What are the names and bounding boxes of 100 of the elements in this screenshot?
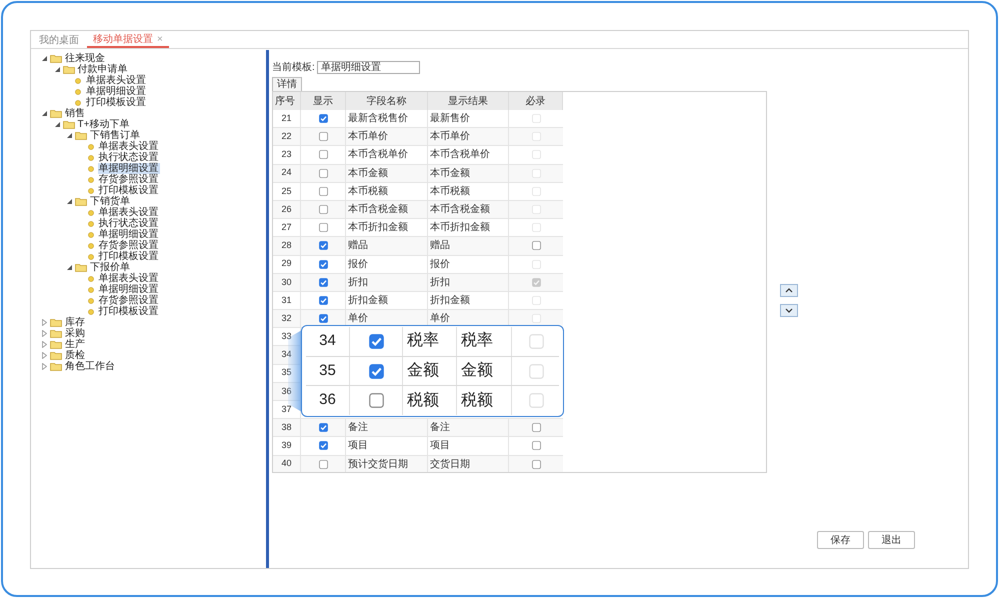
tree-item[interactable]: 质检 xyxy=(65,350,85,361)
dot-icon xyxy=(88,154,94,160)
dot-icon xyxy=(88,276,94,282)
checkbox[interactable] xyxy=(318,223,328,232)
table-cell-text: 税率 xyxy=(461,330,493,352)
tree-item[interactable]: 单据表头设置 xyxy=(85,75,147,86)
checkbox[interactable] xyxy=(318,260,328,269)
move-down-button[interactable] xyxy=(780,304,798,317)
tree-item[interactable]: 下销货单 xyxy=(90,196,130,207)
checkbox[interactable] xyxy=(318,186,328,196)
tree-item[interactable]: 销售 xyxy=(65,108,85,119)
tree-item[interactable]: 打印模板设置 xyxy=(98,185,160,196)
checkbox[interactable] xyxy=(532,460,540,469)
checkbox[interactable] xyxy=(318,296,328,305)
checkbox[interactable] xyxy=(532,241,540,250)
folder-icon xyxy=(50,54,62,63)
tree-item[interactable]: 单据表头设置 xyxy=(98,207,160,218)
checkbox[interactable] xyxy=(368,334,384,349)
checkbox[interactable] xyxy=(318,314,328,324)
tree-item[interactable]: 付款申请单 xyxy=(78,64,128,75)
expand-triangle-icon[interactable] xyxy=(67,199,72,204)
table-cell-text: 本币含税单价 xyxy=(348,148,408,162)
expand-triangle-icon[interactable] xyxy=(42,111,47,116)
row-number: 30 xyxy=(281,276,292,289)
exit-button[interactable]: 退出 xyxy=(868,531,915,549)
table-cell-text: 本币单价 xyxy=(348,130,388,144)
table-cell-text: 折扣 xyxy=(348,276,368,290)
tab[interactable]: 详情 xyxy=(272,77,302,91)
tree-item[interactable]: 执行状态设置 xyxy=(98,152,160,163)
move-up-button[interactable] xyxy=(780,284,798,297)
table-cell-text: 本币含税金额 xyxy=(430,202,490,218)
tree-item[interactable]: 下报价单 xyxy=(90,262,130,273)
table-cell-text: 赠品 xyxy=(430,238,450,254)
dot-icon xyxy=(75,78,81,84)
checkbox[interactable] xyxy=(368,393,384,408)
checkbox[interactable] xyxy=(318,114,328,124)
expand-triangle-icon[interactable] xyxy=(42,56,47,61)
expand-triangle-icon[interactable] xyxy=(67,133,72,138)
checkbox[interactable] xyxy=(318,168,328,178)
tree-item[interactable]: 单据明细设置 xyxy=(98,229,160,240)
dot-icon xyxy=(75,88,81,94)
checkbox[interactable] xyxy=(318,132,328,142)
tree-item[interactable]: 存货参照设置 xyxy=(98,295,160,306)
collapse-triangle-icon[interactable] xyxy=(42,319,47,326)
tree-item[interactable]: 执行状态设置 xyxy=(98,218,160,229)
checkbox[interactable] xyxy=(318,460,328,469)
tree-item[interactable]: 单据明细设置 xyxy=(98,284,160,295)
table-cell-text: 最新售价 xyxy=(430,112,470,126)
collapse-triangle-icon[interactable] xyxy=(42,363,47,370)
folder-icon xyxy=(62,120,74,129)
tree-item[interactable]: 采购 xyxy=(65,328,85,339)
tree-item[interactable]: 下销售订单 xyxy=(90,130,140,141)
folder-icon xyxy=(50,351,62,360)
table-cell-text: 报价 xyxy=(430,258,450,272)
table-cell-text: 本币单价 xyxy=(430,130,470,144)
tree-item[interactable]: 打印模板设置 xyxy=(98,251,160,262)
checkbox[interactable] xyxy=(368,364,384,378)
save-button[interactable]: 保存 xyxy=(817,531,864,549)
table-cell-text: 本币含税单价 xyxy=(430,148,490,162)
table-cell-text: 报价 xyxy=(348,258,368,272)
table-cell-text: 交货日期 xyxy=(430,458,470,472)
dot-icon xyxy=(88,176,94,182)
tree-item[interactable]: 往来现金 xyxy=(65,53,105,64)
column-header: 序号 xyxy=(275,94,295,108)
tree-item[interactable]: 单据表头设置 xyxy=(98,273,160,284)
collapse-triangle-icon[interactable] xyxy=(42,352,47,359)
template-field[interactable]: 单据明细设置 xyxy=(316,60,420,74)
dot-icon xyxy=(88,286,94,292)
checkbox[interactable] xyxy=(318,205,328,214)
table-cell-text: 折扣 xyxy=(430,276,450,290)
tree-item[interactable]: 打印模板设置 xyxy=(98,306,160,317)
collapse-triangle-icon[interactable] xyxy=(42,330,47,337)
tree-item[interactable]: 打印模板设置 xyxy=(85,97,147,108)
table-cell-text: 本币税额 xyxy=(430,184,470,199)
collapse-triangle-icon[interactable] xyxy=(42,341,47,348)
checkbox[interactable] xyxy=(318,150,328,160)
expand-triangle-icon[interactable] xyxy=(54,67,60,72)
checkbox[interactable] xyxy=(532,423,540,432)
dot-icon xyxy=(88,308,94,314)
tree-item[interactable]: T+移动下单 xyxy=(78,119,130,130)
checkbox[interactable] xyxy=(318,441,328,450)
tree-item[interactable]: 单据明细设置 xyxy=(85,86,147,97)
row-number: 38 xyxy=(281,421,292,434)
tree-item[interactable]: 角色工作台 xyxy=(65,361,115,372)
dot-icon xyxy=(88,232,94,238)
tree-item[interactable]: 库存 xyxy=(65,317,85,328)
tab[interactable]: 我的桌面 xyxy=(37,32,81,48)
checkbox[interactable] xyxy=(532,441,540,450)
checkbox[interactable] xyxy=(318,278,328,287)
tree-item[interactable]: 存货参照设置 xyxy=(98,174,160,185)
tree-item[interactable]: 存货参照设置 xyxy=(98,240,160,251)
checkbox[interactable] xyxy=(318,241,328,250)
expand-triangle-icon[interactable] xyxy=(67,265,72,270)
tree-item[interactable]: 单据表头设置 xyxy=(98,141,160,152)
checkbox[interactable] xyxy=(318,423,328,432)
tree-item[interactable]: 单据明细设置 xyxy=(98,163,160,174)
expand-triangle-icon[interactable] xyxy=(54,122,60,127)
row-number: 27 xyxy=(281,220,292,234)
tree-item[interactable]: 生产 xyxy=(65,339,85,350)
table-cell-text: 项目 xyxy=(348,439,368,454)
